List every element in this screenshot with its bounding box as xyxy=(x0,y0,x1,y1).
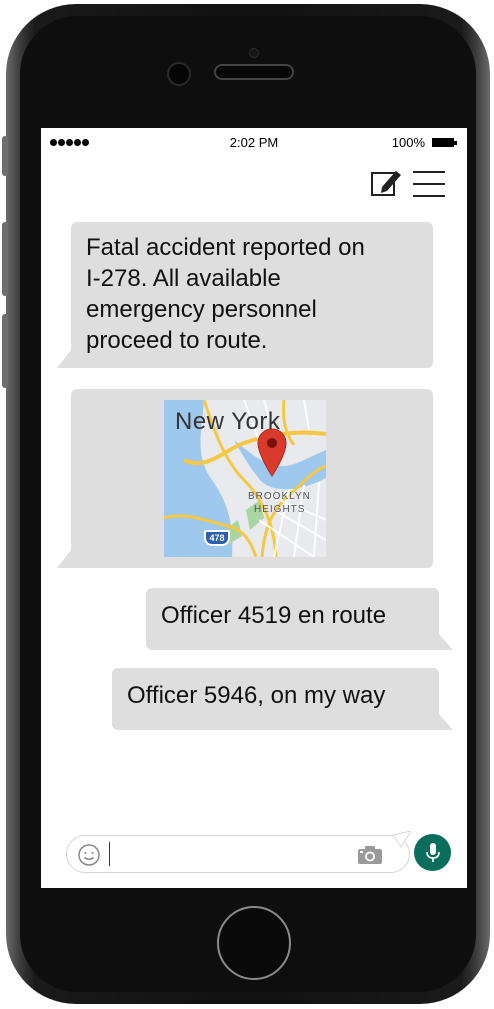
input-bar-tail xyxy=(393,831,411,848)
map-thumbnail[interactable]: New York BROOKLYN HEIGHTS 478 xyxy=(164,400,326,557)
map-area-label: HEIGHTS xyxy=(254,504,306,515)
map-pin-icon xyxy=(257,428,287,477)
message-line: I-278. All available xyxy=(86,265,281,292)
camera-icon[interactable] xyxy=(357,845,383,865)
message-text: Officer 4519 en route xyxy=(161,602,387,629)
map-area-label: BROOKLYN xyxy=(248,491,311,502)
status-bar: 2:02 PM 100% xyxy=(41,128,467,158)
battery-tip xyxy=(454,141,457,145)
message-bubble-incoming[interactable]: Fatal accident reported on I-278. All av… xyxy=(71,222,433,368)
text-cursor xyxy=(109,842,110,866)
home-button[interactable] xyxy=(217,906,291,980)
battery-icon xyxy=(432,138,454,147)
message-line: proceed to route. xyxy=(86,327,268,354)
message-bubble-outgoing[interactable]: Officer 5946, on my way xyxy=(112,668,439,730)
message-text: Officer 5946, on my way xyxy=(127,682,386,709)
message-input-bar xyxy=(66,835,410,873)
bubble-tail xyxy=(431,632,453,650)
compose-icon[interactable] xyxy=(370,165,404,199)
route-shield-icon: 478 xyxy=(204,530,230,546)
bubble-tail xyxy=(431,712,453,730)
message-input[interactable] xyxy=(113,840,347,870)
message-line: Fatal accident reported on xyxy=(86,234,365,261)
mute-switch xyxy=(2,136,8,176)
screen: 2:02 PM 100% Fatal accident reported on … xyxy=(41,128,467,888)
earpiece-speaker xyxy=(214,64,294,80)
hamburger-menu-icon[interactable] xyxy=(413,170,445,198)
microphone-button[interactable] xyxy=(414,834,451,871)
microphone-icon xyxy=(426,843,440,862)
volume-up-button xyxy=(2,222,8,296)
message-bubble-outgoing[interactable]: Officer 4519 en route xyxy=(146,588,439,650)
emoji-icon[interactable] xyxy=(77,843,101,867)
proximity-sensor xyxy=(249,48,259,58)
volume-down-button xyxy=(2,314,8,388)
battery-percent: 100% xyxy=(391,135,425,150)
front-camera xyxy=(167,62,191,86)
message-line: emergency personnel xyxy=(86,296,317,323)
